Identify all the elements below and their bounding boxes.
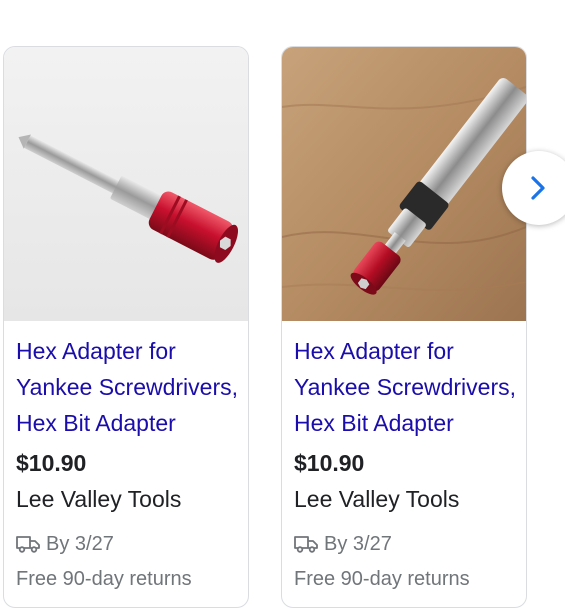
delivery-info: By 3/27	[294, 532, 392, 556]
product-card[interactable]: Hex Adapter for Yankee Screwdrivers, Hex…	[281, 46, 527, 608]
product-price: $10.90	[294, 450, 365, 476]
seller-name: Lee Valley Tools	[294, 486, 460, 512]
delivery-truck-icon	[294, 536, 318, 553]
delivery-date: By 3/27	[46, 532, 114, 555]
product-title-link[interactable]: Hex Adapter for Yankee Screwdrivers, Hex…	[16, 333, 238, 441]
delivery-info: By 3/27	[16, 532, 114, 556]
seller-name: Lee Valley Tools	[16, 486, 182, 512]
product-title-link[interactable]: Hex Adapter for Yankee Screwdrivers, Hex…	[294, 333, 516, 441]
product-price: $10.90	[16, 450, 87, 476]
returns-policy: Free 90-day returns	[294, 568, 470, 590]
delivery-truck-icon	[16, 536, 40, 553]
product-image[interactable]	[282, 47, 526, 321]
product-card[interactable]: Hex Adapter for Yankee Screwdrivers, Hex…	[3, 46, 249, 608]
returns-policy: Free 90-day returns	[16, 568, 192, 590]
chevron-right-icon	[531, 176, 545, 200]
delivery-date: By 3/27	[324, 532, 392, 555]
product-image[interactable]	[4, 47, 248, 321]
